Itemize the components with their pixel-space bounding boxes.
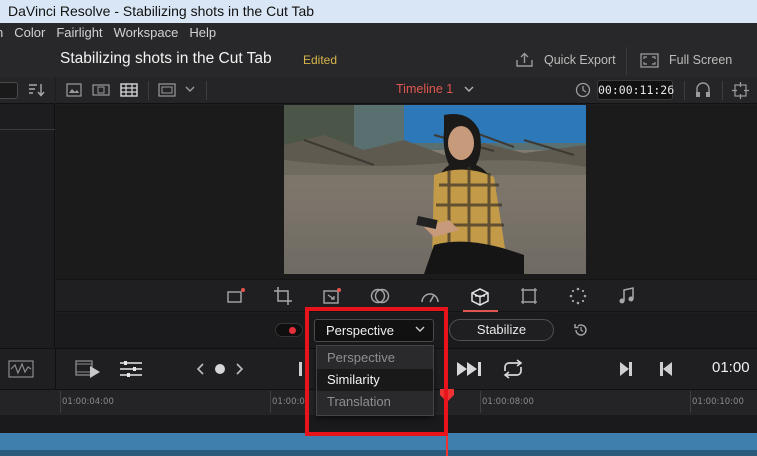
- annotation-highlight-box: [305, 307, 448, 436]
- viewer-timecode: 00:00:11:26: [597, 80, 674, 100]
- crosshair-icon[interactable]: [732, 82, 749, 99]
- dynamic-zoom-icon[interactable]: [322, 287, 342, 305]
- media-pool-toolbar: [0, 77, 55, 104]
- header-divider: [626, 47, 627, 75]
- ruler-tick: [270, 391, 271, 413]
- timeline-chevron-icon[interactable]: [464, 86, 474, 94]
- menu-bar: n Color Fairlight Workspace Help: [0, 23, 227, 43]
- full-screen-icon: [640, 52, 659, 68]
- media-pool-panel: [0, 77, 55, 348]
- ruler-label: 01:00:0: [272, 397, 305, 407]
- image-view-icon[interactable]: [66, 82, 82, 98]
- loop-icon[interactable]: [500, 358, 526, 380]
- sort-icon[interactable]: [28, 82, 46, 98]
- app-header: n Color Fairlight Workspace Help Stabili…: [0, 23, 757, 77]
- panel-divider: [0, 129, 55, 130]
- previous-clip-icon[interactable]: [196, 363, 206, 375]
- waveform-icon[interactable]: [8, 360, 34, 378]
- export-icon: [516, 52, 533, 67]
- menu-item-color[interactable]: Color: [14, 23, 45, 43]
- ruler-tick: [480, 391, 481, 413]
- record-timecode: 01:00: [712, 359, 750, 376]
- ruler-tick: [690, 391, 691, 413]
- lens-correction-icon[interactable]: [519, 287, 539, 305]
- crop-icon[interactable]: [274, 287, 292, 305]
- go-to-end-icon[interactable]: [618, 360, 634, 378]
- grid-view-icon[interactable]: [120, 82, 138, 98]
- previous-edit-icon[interactable]: [658, 360, 674, 378]
- settings-sliders-icon[interactable]: [119, 360, 143, 378]
- fast-forward-icon[interactable]: [455, 360, 483, 378]
- active-tab-indicator: [463, 310, 498, 312]
- toolbar-divider: [206, 81, 207, 100]
- video-clip-lower: [0, 450, 757, 456]
- transform-icon[interactable]: [226, 287, 246, 305]
- timeline-name[interactable]: Timeline 1: [396, 82, 453, 96]
- edited-status: Edited: [303, 53, 338, 67]
- quick-export-button[interactable]: Quick Export: [515, 48, 616, 72]
- full-screen-label: Full Screen: [669, 53, 733, 67]
- audio-monitor-icon[interactable]: [694, 82, 712, 99]
- composite-icon[interactable]: [370, 287, 390, 305]
- speed-icon[interactable]: [420, 287, 440, 305]
- quick-export-label: Quick Export: [544, 53, 616, 67]
- safe-area-icon[interactable]: [158, 82, 176, 98]
- menu-item-workspace[interactable]: Workspace: [114, 23, 179, 43]
- transport-divider: [55, 349, 56, 390]
- toolbar-divider: [684, 81, 685, 100]
- source-tape-icon[interactable]: [74, 358, 102, 380]
- window-title: DaVinci Resolve - Stabilizing shots in t…: [0, 0, 757, 23]
- project-title: Stabilizing shots in the Cut Tab: [60, 50, 272, 67]
- chevron-down-icon[interactable]: [185, 86, 195, 94]
- menu-item-partial[interactable]: n: [0, 23, 3, 43]
- stabilize-button[interactable]: Stabilize: [449, 319, 554, 341]
- ruler-label: 01:00:08:00: [482, 397, 534, 407]
- clock-icon[interactable]: [575, 82, 591, 98]
- ruler-label: 01:00:10:00: [692, 397, 744, 407]
- viewer-toolbar: Timeline 1 00:00:11:26: [56, 77, 757, 104]
- ruler-label: 01:00:04:00: [62, 397, 114, 407]
- menu-item-help[interactable]: Help: [189, 23, 216, 43]
- toolbar-divider: [722, 81, 723, 100]
- toolbar-divider: [148, 81, 149, 100]
- full-screen-button[interactable]: Full Screen: [640, 48, 732, 72]
- menu-item-fairlight[interactable]: Fairlight: [56, 23, 102, 43]
- effects-icon[interactable]: [568, 287, 588, 305]
- media-search-field[interactable]: [0, 82, 18, 99]
- playhead-dot-icon[interactable]: [214, 363, 226, 375]
- next-clip-icon[interactable]: [234, 363, 244, 375]
- stabilize-enable-toggle[interactable]: [275, 323, 303, 337]
- ruler-tick: [60, 391, 61, 413]
- video-frame: [284, 105, 586, 274]
- filmstrip-view-icon[interactable]: [92, 82, 110, 98]
- reset-icon[interactable]: [573, 322, 589, 338]
- viewer: [56, 105, 757, 279]
- stabilization-icon[interactable]: [469, 287, 491, 307]
- audio-icon[interactable]: [618, 287, 636, 305]
